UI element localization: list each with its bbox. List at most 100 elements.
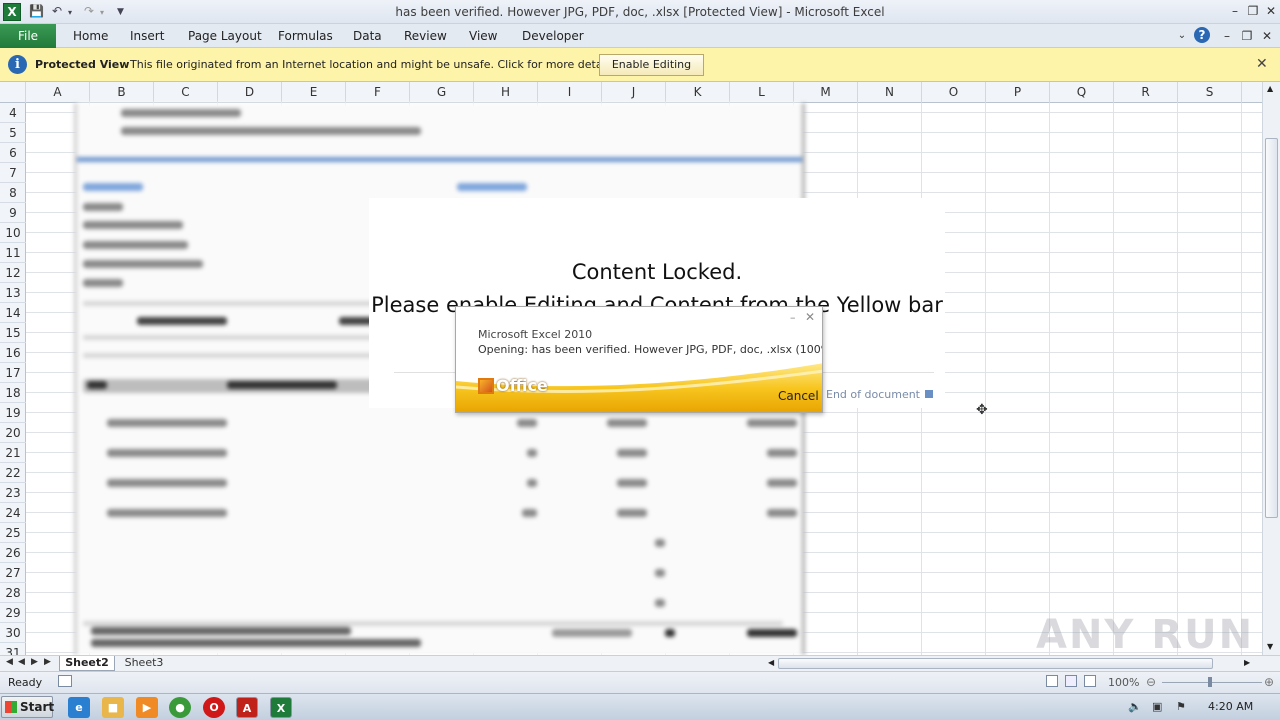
column-header[interactable]: H: [474, 82, 538, 103]
column-header[interactable]: K: [666, 82, 730, 103]
taskbar-clock[interactable]: 4:20 AM: [1208, 700, 1253, 713]
workbook-minimize-icon[interactable]: –: [1218, 27, 1236, 45]
next-sheet-icon[interactable]: ▶: [31, 657, 38, 667]
tab-review[interactable]: Review: [404, 24, 447, 48]
row-header[interactable]: 25: [0, 523, 26, 543]
select-all-corner[interactable]: [0, 82, 26, 103]
prev-sheet-icon[interactable]: ◀: [18, 657, 25, 667]
column-header[interactable]: S: [1178, 82, 1242, 103]
workbook-close-icon[interactable]: ✕: [1258, 27, 1276, 45]
protected-view-message[interactable]: This file originated from an Internet lo…: [130, 58, 618, 71]
row-header[interactable]: 9: [0, 203, 26, 223]
column-header[interactable]: P: [986, 82, 1050, 103]
column-header[interactable]: I: [538, 82, 602, 103]
row-header[interactable]: 11: [0, 243, 26, 263]
file-explorer-icon[interactable]: ■: [102, 697, 124, 718]
scroll-down-icon[interactable]: ▼: [1267, 642, 1273, 651]
row-header[interactable]: 20: [0, 423, 26, 443]
tab-view[interactable]: View: [469, 24, 497, 48]
action-center-flag-icon[interactable]: ⚑: [1176, 700, 1186, 713]
page-layout-view-icon[interactable]: [1065, 675, 1077, 687]
column-header[interactable]: E: [282, 82, 346, 103]
tab-formulas[interactable]: Formulas: [278, 24, 333, 48]
row-header[interactable]: 12: [0, 263, 26, 283]
column-header[interactable]: B: [90, 82, 154, 103]
tab-insert[interactable]: Insert: [130, 24, 164, 48]
row-header[interactable]: 28: [0, 583, 26, 603]
row-header[interactable]: 30: [0, 623, 26, 643]
column-header[interactable]: N: [858, 82, 922, 103]
zoom-level[interactable]: 100%: [1108, 676, 1139, 689]
row-header[interactable]: 8: [0, 183, 26, 203]
row-header[interactable]: 19: [0, 403, 26, 423]
tab-page-layout[interactable]: Page Layout: [188, 24, 262, 48]
zoom-slider-thumb[interactable]: [1208, 677, 1212, 687]
row-header[interactable]: 22: [0, 463, 26, 483]
row-header[interactable]: 13: [0, 283, 26, 303]
zoom-out-icon[interactable]: ⊖: [1146, 675, 1156, 689]
column-header[interactable]: J: [602, 82, 666, 103]
cancel-button[interactable]: Cancel: [778, 389, 819, 403]
horizontal-scrollbar[interactable]: ◀ ▶: [766, 657, 1256, 670]
row-header[interactable]: 4: [0, 103, 26, 123]
row-header[interactable]: 18: [0, 383, 26, 403]
network-icon[interactable]: ▣: [1152, 700, 1162, 713]
row-header[interactable]: 27: [0, 563, 26, 583]
close-icon[interactable]: ✕: [1256, 56, 1268, 72]
dialog-minimize-icon[interactable]: –: [790, 311, 796, 324]
minimize-icon[interactable]: –: [1226, 2, 1244, 20]
column-header[interactable]: R: [1114, 82, 1178, 103]
tab-file[interactable]: File: [0, 24, 56, 48]
acrobat-icon[interactable]: A: [236, 697, 258, 718]
scroll-left-icon[interactable]: ◀: [768, 658, 774, 667]
opera-icon[interactable]: O: [203, 697, 225, 718]
scroll-right-icon[interactable]: ▶: [1244, 658, 1250, 667]
row-header[interactable]: 26: [0, 543, 26, 563]
row-header[interactable]: 24: [0, 503, 26, 523]
row-header[interactable]: 6: [0, 143, 26, 163]
zoom-slider[interactable]: [1162, 682, 1262, 683]
column-header[interactable]: F: [346, 82, 410, 103]
column-header[interactable]: M: [794, 82, 858, 103]
sheet-tab-sheet2[interactable]: Sheet2: [59, 656, 115, 671]
column-header[interactable]: Q: [1050, 82, 1114, 103]
row-header[interactable]: 7: [0, 163, 26, 183]
row-header[interactable]: 29: [0, 603, 26, 623]
macro-record-icon[interactable]: [58, 675, 72, 687]
horizontal-scroll-thumb[interactable]: [778, 658, 1213, 669]
column-header[interactable]: G: [410, 82, 474, 103]
column-header[interactable]: O: [922, 82, 986, 103]
row-header[interactable]: 21: [0, 443, 26, 463]
last-sheet-icon[interactable]: ▶: [44, 657, 51, 667]
page-break-view-icon[interactable]: [1084, 675, 1096, 687]
row-header[interactable]: 10: [0, 223, 26, 243]
excel-taskbar-icon[interactable]: X: [270, 697, 292, 718]
normal-view-icon[interactable]: [1046, 675, 1058, 687]
column-header[interactable]: D: [218, 82, 282, 103]
close-icon[interactable]: ✕: [1262, 2, 1280, 20]
restore-icon[interactable]: ❐: [1244, 2, 1262, 20]
tab-home[interactable]: Home: [73, 24, 108, 48]
collapse-ribbon-icon[interactable]: ⌄: [1173, 27, 1191, 45]
tab-developer[interactable]: Developer: [522, 24, 584, 48]
chrome-icon[interactable]: ●: [169, 697, 191, 718]
volume-icon[interactable]: 🔈: [1128, 700, 1142, 713]
column-header[interactable]: C: [154, 82, 218, 103]
first-sheet-icon[interactable]: ◀: [6, 657, 13, 667]
zoom-in-icon[interactable]: ⊕: [1264, 675, 1274, 689]
media-player-icon[interactable]: ▶: [136, 697, 158, 718]
start-button[interactable]: Start: [1, 696, 54, 718]
tab-data[interactable]: Data: [353, 24, 382, 48]
dialog-close-icon[interactable]: ✕: [805, 310, 815, 324]
row-header[interactable]: 5: [0, 123, 26, 143]
vertical-scrollbar[interactable]: ▲ ▼: [1262, 82, 1280, 655]
column-header[interactable]: A: [26, 82, 90, 103]
row-header[interactable]: 14: [0, 303, 26, 323]
scroll-up-icon[interactable]: ▲: [1267, 84, 1273, 93]
vertical-scroll-thumb[interactable]: [1265, 138, 1278, 518]
internet-explorer-icon[interactable]: e: [68, 697, 90, 718]
row-header[interactable]: 15: [0, 323, 26, 343]
workbook-restore-icon[interactable]: ❐: [1238, 27, 1256, 45]
sheet-tab-sheet3[interactable]: Sheet3: [117, 656, 171, 671]
row-header[interactable]: 16: [0, 343, 26, 363]
